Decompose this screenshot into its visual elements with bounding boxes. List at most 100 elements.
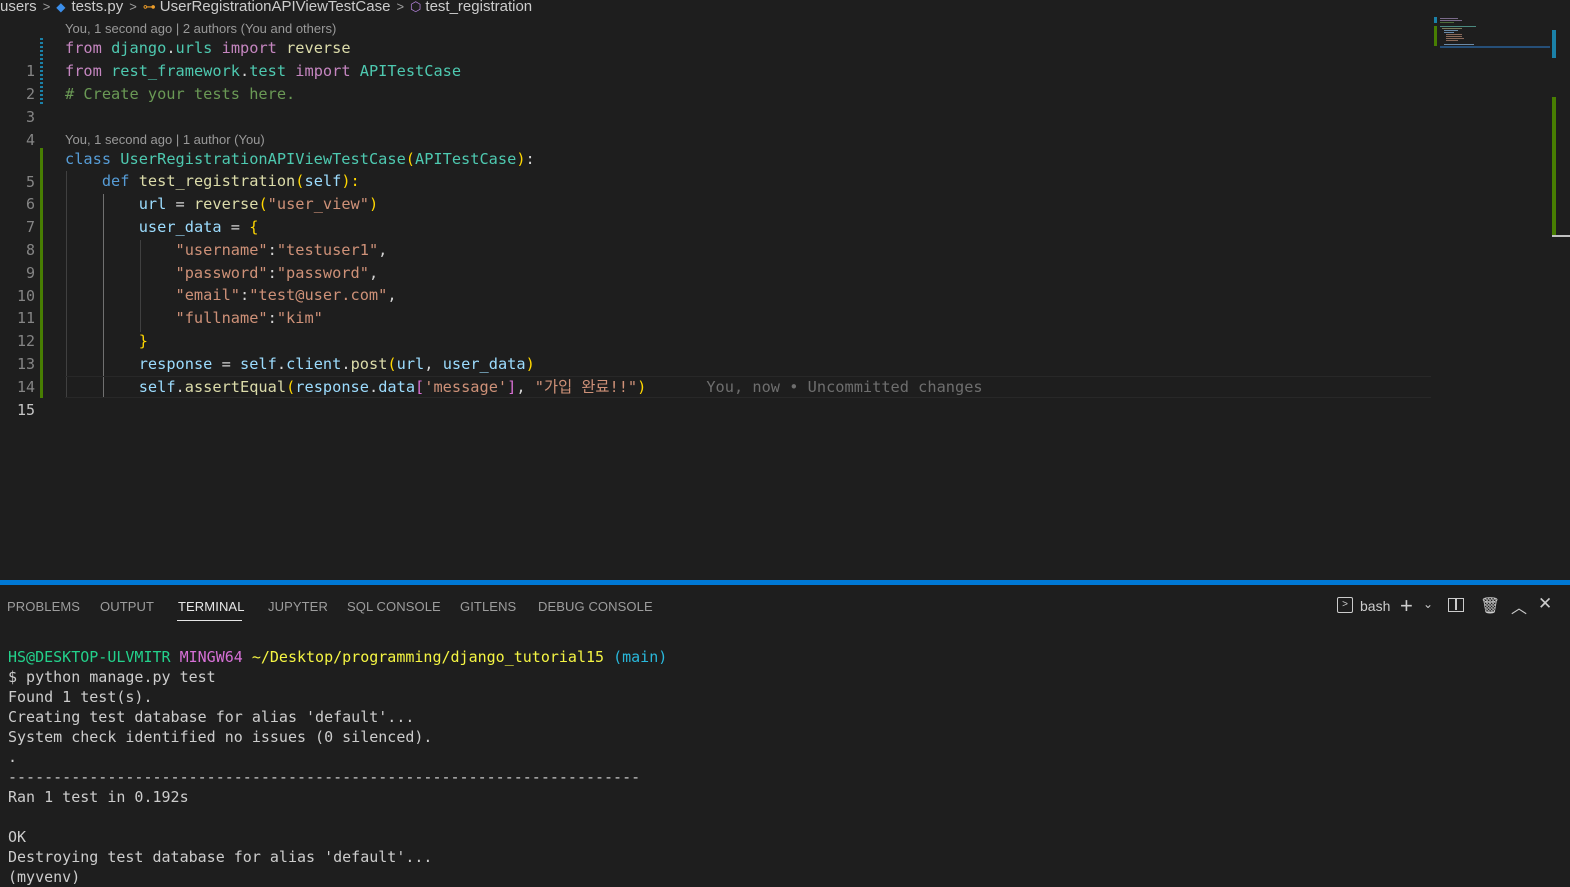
string-token: "email" (175, 286, 240, 304)
add-terminal-icon[interactable]: + (1400, 593, 1413, 619)
code-line[interactable]: 12 "fullname":"kim" (0, 307, 1432, 350)
variable-token: response (138, 355, 213, 373)
code-line[interactable]: 2 from rest_framework.test import APITes… (0, 60, 1432, 103)
function-token: reverse (286, 39, 351, 57)
string-token: "password" (175, 264, 268, 282)
terminal-shell-name[interactable]: bash (1360, 598, 1390, 614)
terminal-line: OK (8, 828, 27, 846)
keyword-token: from (65, 62, 102, 80)
scrollbar-change-marker (1552, 30, 1556, 58)
code-line[interactable]: 3 # Create your tests here. (0, 83, 1432, 126)
minimap-line (1440, 18, 1458, 19)
code-line[interactable]: 14 response = self.client.post(url, user… (0, 353, 1432, 396)
code-line[interactable]: 8 user_data = { (0, 216, 1432, 259)
tab-jupyter[interactable]: JUPYTER (268, 599, 328, 614)
punct-token: . (175, 378, 185, 396)
code-line-active[interactable]: 15 self.assertEqual(response.data['messa… (0, 376, 1432, 419)
chevron-down-icon[interactable]: ⌄ (1423, 597, 1433, 611)
code-line[interactable]: 13 } (0, 330, 1432, 373)
tab-debug-console[interactable]: DEBUG CONSOLE (538, 599, 653, 614)
code-line[interactable]: 10 "password":"password", (0, 262, 1432, 305)
string-token: "test@user.com" (249, 286, 388, 304)
terminal-line: ----------------------------------------… (8, 768, 641, 786)
code-line[interactable]: 4 (0, 106, 1432, 149)
string-token: "password" (276, 264, 369, 282)
variable-token: url (138, 195, 167, 213)
variable-token: user_data (442, 355, 526, 373)
minimap-line (1444, 44, 1474, 45)
param-token: self (304, 172, 342, 190)
operator-token: = (212, 355, 241, 373)
code-line[interactable]: 6 def test_registration(self): (0, 170, 1432, 213)
prompt-user: HS@DESKTOP-ULVMITR (8, 648, 171, 666)
tab-problems[interactable]: PROBLEMS (7, 599, 80, 614)
line-number[interactable]: 15 (0, 399, 35, 422)
code-line[interactable]: 9 "username":"testuser1", (0, 239, 1432, 282)
scrollbar-cursor-marker (1552, 235, 1570, 237)
tab-gitlens[interactable]: GITLENS (460, 599, 516, 614)
split-terminal-icon[interactable] (1448, 598, 1464, 612)
code-line[interactable]: 7 url = reverse("user_view") (0, 193, 1432, 236)
punct-token: , (368, 264, 379, 282)
minimap[interactable] (1432, 0, 1552, 580)
tab-output[interactable]: OUTPUT (100, 599, 154, 614)
terminal-output[interactable]: HS@DESKTOP-ULVMITR MINGW64 ~/Desktop/pro… (8, 647, 667, 887)
comment-token: # Create your tests here. (65, 85, 296, 103)
class-token: UserRegistrationAPIViewTestCase (120, 150, 406, 168)
punct-token: : (267, 264, 277, 282)
punct-token: : (267, 309, 277, 327)
tab-terminal[interactable]: TERMINAL (178, 599, 245, 614)
bracket-token: ( (387, 355, 397, 373)
minimap-line (1444, 30, 1458, 31)
module-token: test (249, 62, 287, 80)
punct-token: . (166, 39, 176, 57)
keyword-token: import (295, 62, 351, 80)
code-line[interactable]: 5 class UserRegistrationAPIViewTestCase(… (0, 148, 1432, 191)
code-line[interactable]: 11 "email":"test@user.com", (0, 284, 1432, 327)
codelens-authors[interactable]: You, 1 second ago | 2 authors (You and o… (65, 20, 336, 38)
terminal-line: $ python manage.py test (8, 668, 216, 686)
operator-token: = (166, 195, 194, 213)
punct-token: , (424, 355, 443, 373)
bracket-token: ( (405, 150, 415, 168)
scrollbar-change-marker (1552, 97, 1556, 237)
trash-icon[interactable]: 🗑 (1480, 596, 1500, 616)
chevron-up-icon[interactable]: ︿ (1511, 594, 1527, 618)
codelens-class-authors[interactable]: You, 1 second ago | 1 author (You) (65, 131, 265, 149)
bracket-token: ( (286, 378, 296, 396)
bracket-token: ) (368, 195, 379, 213)
tab-sql-console[interactable]: SQL CONSOLE (347, 599, 441, 614)
function-token: assertEqual (184, 378, 287, 396)
inline-blame[interactable]: You, now • Uncommitted changes (706, 378, 982, 396)
string-token: 'message' (424, 378, 508, 396)
bracket-token: ) (525, 355, 535, 373)
code-line[interactable]: 1 from django.urls import reverse (0, 37, 1432, 80)
class-token: APITestCase (415, 150, 517, 168)
minimap-line (1446, 40, 1458, 41)
variable-token: response (295, 378, 369, 396)
close-icon[interactable]: ✕ (1538, 594, 1552, 614)
editor-scrollbar[interactable] (1552, 0, 1570, 580)
terminal-line: (myvenv) (8, 868, 81, 886)
minimap-line (1446, 34, 1462, 35)
punct-token: . (341, 355, 351, 373)
bracket-token: [ (415, 378, 425, 396)
prompt-path: ~/Desktop/programming/django_tutorial15 (251, 648, 605, 666)
punct-token: , (378, 241, 388, 259)
string-token: "username" (175, 241, 268, 259)
keyword-token: def (101, 172, 130, 190)
terminal-line: . (8, 748, 18, 766)
bracket-token: { (249, 218, 259, 236)
punct-token: : (239, 286, 250, 304)
code-editor[interactable]: You, 1 second ago | 2 authors (You and o… (0, 0, 1432, 580)
terminal-line: System check identified no issues (0 sil… (8, 728, 433, 746)
punct-token: . (240, 62, 250, 80)
bracket-token: } (138, 332, 148, 350)
